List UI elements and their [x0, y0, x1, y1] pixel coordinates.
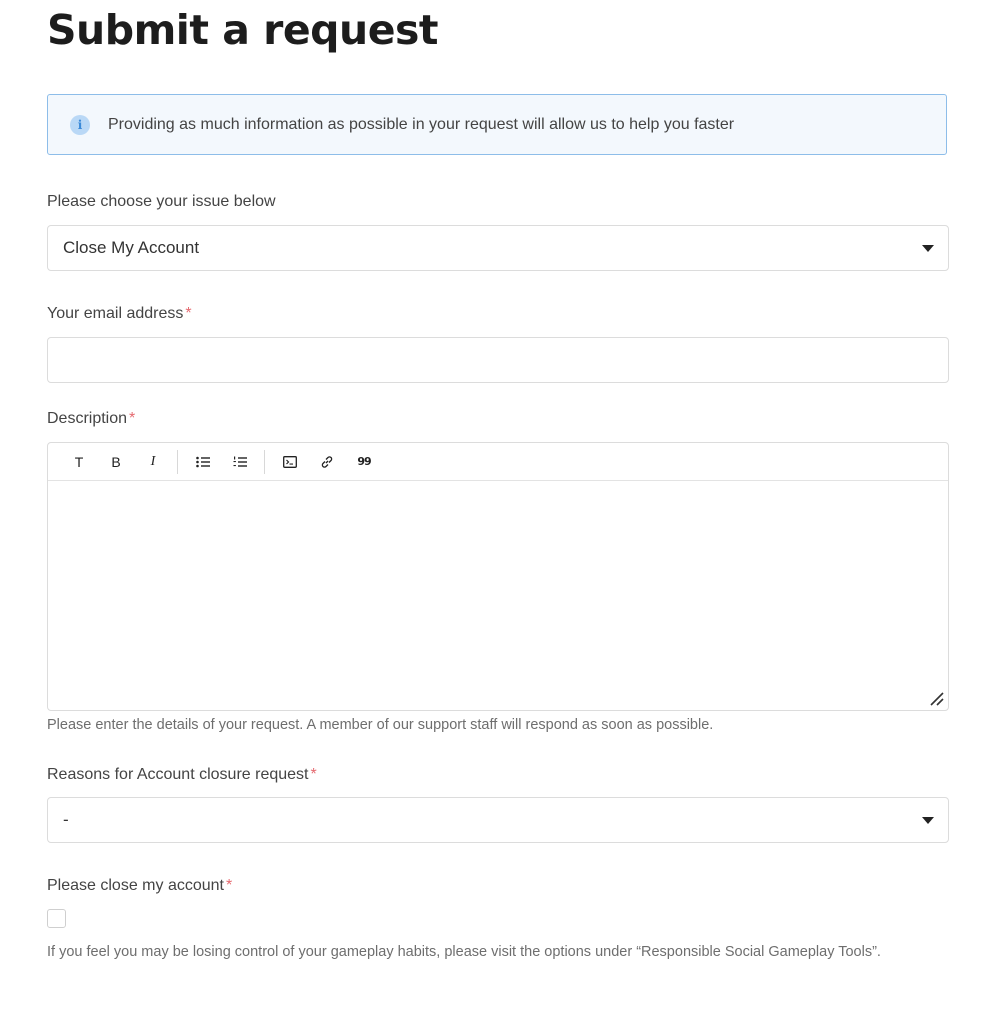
- required-marker: *: [129, 410, 136, 427]
- email-label-text: Your email address: [47, 305, 184, 322]
- confirm-hint: If you feel you may be losing control of…: [47, 944, 881, 960]
- resize-handle-icon[interactable]: [927, 689, 945, 707]
- notice-text: Providing as much information as possibl…: [108, 115, 735, 133]
- close-account-checkbox[interactable]: [47, 909, 66, 928]
- issue-label: Please choose your issue below: [47, 193, 276, 211]
- description-hint: Please enter the details of your request…: [47, 717, 714, 733]
- email-field[interactable]: [47, 337, 949, 383]
- description-label-text: Description: [47, 410, 128, 427]
- reasons-label-text: Reasons for Account closure request: [47, 766, 309, 783]
- link-icon[interactable]: [314, 449, 340, 475]
- required-marker: *: [185, 305, 192, 322]
- reasons-select[interactable]: -: [47, 797, 949, 843]
- bold-icon[interactable]: B: [103, 449, 129, 475]
- bulleted-list-icon[interactable]: [190, 449, 216, 475]
- required-marker: *: [310, 766, 317, 783]
- description-textarea[interactable]: [48, 481, 948, 710]
- required-marker: *: [225, 877, 233, 894]
- email-label: Your email address *: [47, 305, 192, 323]
- description-label: Description *: [47, 410, 135, 428]
- confirm-label: Please close my account *: [47, 877, 232, 895]
- issue-selected-value: Close My Account: [63, 238, 200, 257]
- info-notice: i Providing as much information as possi…: [47, 94, 947, 155]
- chevron-down-icon: [922, 816, 934, 824]
- toolbar-divider: [177, 449, 178, 474]
- page-title: Submit a request: [47, 6, 439, 54]
- info-icon: i: [70, 114, 90, 135]
- confirm-label-text: Please close my account: [47, 877, 224, 894]
- issue-label-text: Please choose your issue below: [47, 193, 276, 210]
- reasons-label: Reasons for Account closure request *: [47, 766, 317, 784]
- italic-icon[interactable]: I: [140, 449, 166, 475]
- reasons-selected-value: -: [63, 810, 69, 829]
- issue-select[interactable]: Close My Account: [47, 225, 949, 271]
- quote-icon[interactable]: 99: [351, 449, 377, 475]
- numbered-list-icon[interactable]: [227, 449, 253, 475]
- chevron-down-icon: [922, 244, 934, 252]
- editor-toolbar: T B I 99: [48, 443, 948, 481]
- text-style-icon[interactable]: T: [66, 449, 92, 475]
- code-block-icon[interactable]: [277, 449, 303, 475]
- toolbar-divider: [264, 449, 265, 474]
- description-editor: T B I 99: [47, 442, 949, 711]
